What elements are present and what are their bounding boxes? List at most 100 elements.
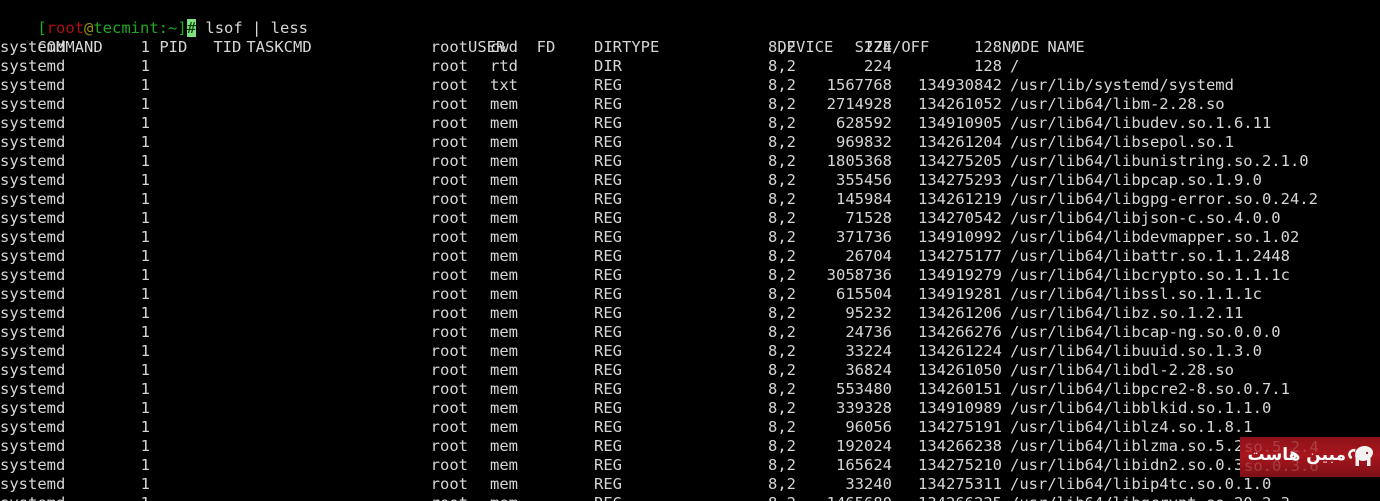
cell-pid: 1 xyxy=(140,361,150,379)
cell-user: root xyxy=(430,228,468,246)
table-row: systemd 1 root mem REG 8,2 192024 134266238/usr… xyxy=(0,437,1380,456)
cell-pid: 1 xyxy=(140,95,150,113)
cell-type: REG xyxy=(594,76,622,94)
table-row: systemd 1 root mem REG 8,2 3058736 134919279/us… xyxy=(0,266,1380,285)
cell-device: 8,2 xyxy=(622,494,796,501)
cell-node: 134275293 xyxy=(918,171,1002,189)
cell-node: 134910905 xyxy=(918,114,1002,132)
cell-user: root xyxy=(430,304,468,322)
cell-node: 134275191 xyxy=(918,418,1002,436)
cell-size: 26704 xyxy=(845,247,892,265)
cell-name: /usr/lib64/libz.so.1.2.11 xyxy=(1010,304,1244,322)
cell-name: /usr/lib64/libdevmapper.so.1.02 xyxy=(1010,228,1300,246)
cell-pid: 1 xyxy=(140,171,150,189)
cell-command: systemd xyxy=(0,228,66,246)
cell-fd: mem xyxy=(468,494,518,501)
cell-command: systemd xyxy=(0,133,66,151)
cell-name: /usr/lib64/libgpg-error.so.0.24.2 xyxy=(1010,190,1318,208)
cell-command: systemd xyxy=(0,152,66,170)
table-row: systemd 1 root txt REG 8,2 1567768 134930842/us… xyxy=(0,76,1380,95)
lsof-output-rows: systemd 1 root cwd DIR 8,2 224 128/systemd 1 root… xyxy=(0,38,1380,501)
cell-node: 134261204 xyxy=(918,133,1002,151)
cell-device: 8,2 xyxy=(768,114,796,132)
table-row: systemd 1 root mem REG 8,2 165624 134275210/usr… xyxy=(0,456,1380,475)
cell-size: 224 xyxy=(864,57,892,75)
cell-user: root xyxy=(430,323,468,341)
cell-name: / xyxy=(1010,57,1020,75)
watermark-banner: so.5.2.4 so.0.3.6 مبین هاست xyxy=(1240,437,1380,477)
table-row: systemd 1 root rtd DIR 8,2 224 128 / xyxy=(0,57,1380,76)
cell-device: 8,2 xyxy=(768,456,796,474)
cell-user: root xyxy=(430,190,468,208)
cell-fd: txt xyxy=(490,76,518,94)
cell-fd: mem xyxy=(490,114,518,132)
cell-device: 8,2 xyxy=(768,133,796,151)
prompt-host-path: tecmint:~ xyxy=(93,19,178,37)
cell-fd: mem xyxy=(490,95,518,113)
table-row: systemd 1 root mem REG 8,2 339328 134910989/usr… xyxy=(0,399,1380,418)
cell-type: REG xyxy=(594,475,622,493)
cell-name: /usr/lib64/libssl.so.1.1.1c xyxy=(1010,285,1262,303)
terminal-window[interactable]: [root@tecmint:~]# lsof | less COMMAND PID… xyxy=(0,0,1380,501)
cell-node: 134275205 xyxy=(918,152,1002,170)
cell-node: 134261052 xyxy=(918,95,1002,113)
cell-size: 615504 xyxy=(836,285,892,303)
cell-size: 33224 xyxy=(845,342,892,360)
cell-type: REG xyxy=(594,437,622,455)
cell-command: systemd xyxy=(0,380,66,398)
prompt-open-bracket: [ xyxy=(37,19,47,37)
cell-node: 134275311 xyxy=(918,475,1002,493)
cell-name: /usr/lib64/libcap-ng.so.0.0.0 xyxy=(1010,323,1281,341)
cell-device: 8,2 xyxy=(768,228,796,246)
header-name: NAME xyxy=(1047,38,1085,56)
cell-type: REG xyxy=(594,152,622,170)
cell-node: 134266225 xyxy=(892,494,1002,501)
cell-fd: cwd xyxy=(490,38,518,56)
cell-name: /usr/lib64/libsepol.so.1 xyxy=(1010,133,1234,151)
terminal-cursor: # xyxy=(186,19,197,37)
cell-name: /usr/lib64/libjson-c.so.4.0.0 xyxy=(1010,209,1281,227)
cell-size: 71528 xyxy=(845,209,892,227)
cell-user: root xyxy=(430,456,468,474)
cell-size: 355456 xyxy=(836,171,892,189)
cell-size: 145984 xyxy=(836,190,892,208)
cell-type: REG xyxy=(594,399,622,417)
cell-pid: 1 xyxy=(140,57,150,75)
cell-user: root xyxy=(430,76,468,94)
cell-name: /usr/lib64/libuuid.so.1.3.0 xyxy=(1010,342,1262,360)
cell-device: 8,2 xyxy=(768,285,796,303)
cell-fd: mem xyxy=(490,171,518,189)
cell-command: systemd xyxy=(0,437,66,455)
cell-command: systemd xyxy=(0,456,66,474)
table-row: systemd 1 root mem REG 8,2 24736 134266276/usr/… xyxy=(0,323,1380,342)
cell-type: REG xyxy=(594,285,622,303)
cell-type: REG xyxy=(594,380,622,398)
cell-size: 2714928 xyxy=(826,95,892,113)
cell-device: 8,2 xyxy=(768,247,796,265)
cell-user: root xyxy=(430,266,468,284)
cell-name: /usr/lib64/libm-2.28.so xyxy=(1010,95,1225,113)
cell-type: REG xyxy=(594,266,622,284)
cell-device: 8,2 xyxy=(768,475,796,493)
cell-size: 96056 xyxy=(845,418,892,436)
cell-pid: 1 xyxy=(140,76,150,94)
cell-name: /usr/lib64/libunistring.so.2.1.0 xyxy=(1010,152,1309,170)
cell-user: root xyxy=(430,38,468,56)
cell-device: 8,2 xyxy=(768,399,796,417)
cell-fd: mem xyxy=(490,304,518,322)
table-row: systemd 1 root cwd DIR 8,2 224 128 / xyxy=(0,38,1380,57)
cell-node: 134930842 xyxy=(918,76,1002,94)
cell-fd: mem xyxy=(490,399,518,417)
cell-device: 8,2 xyxy=(768,190,796,208)
cell-pid: 1 xyxy=(140,380,150,398)
cell-size: 95232 xyxy=(845,304,892,322)
cell-command: systemd xyxy=(0,57,66,75)
cell-fd: mem xyxy=(490,190,518,208)
cell-type: REG xyxy=(594,209,622,227)
table-row: systemd 1 root mem REG 8,2 33224 134261224/usr/… xyxy=(0,342,1380,361)
table-row: systemd 1 root mem REG 8,2 26704 134275177/usr/… xyxy=(0,247,1380,266)
elephant-icon xyxy=(1348,446,1373,466)
table-row: systemd 1 root mem REG 8,2 71528 134270542/usr/… xyxy=(0,209,1380,228)
cell-node: 134910989 xyxy=(918,399,1002,417)
cell-user: root xyxy=(430,380,468,398)
